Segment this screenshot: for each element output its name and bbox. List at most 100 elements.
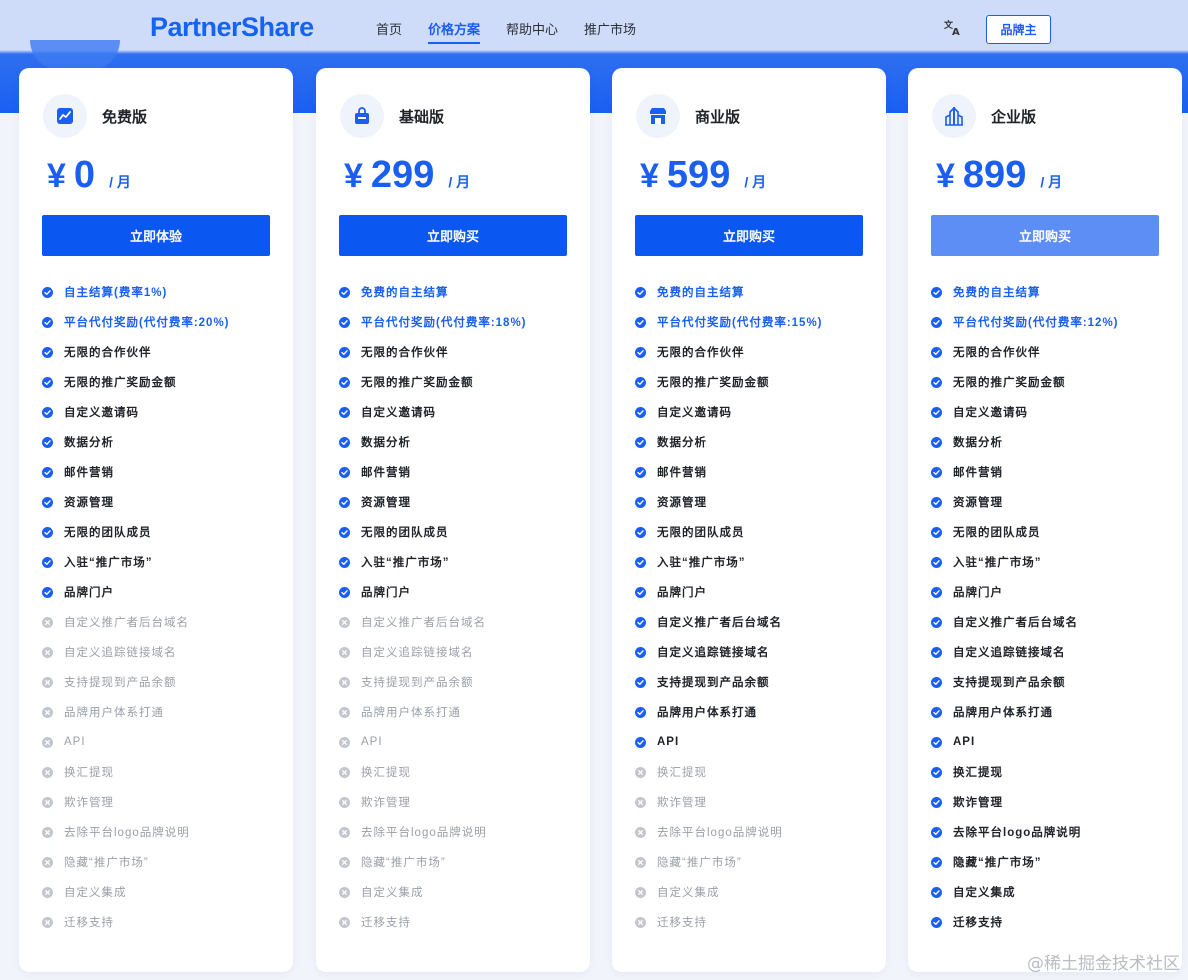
x-circle-icon (42, 736, 53, 748)
feature-label: 品牌用户体系打通 (953, 707, 1053, 719)
buy-now-button[interactable]: 立即购买 (635, 215, 863, 256)
check-circle-icon (339, 466, 350, 478)
translate-icon[interactable]: 文 A (943, 18, 962, 38)
feature-label: 无限的团队成员 (361, 527, 449, 539)
feature-label: 免费的自主结算 (657, 287, 745, 299)
feature-item: 自定义追踪链接域名 (931, 637, 1171, 667)
feature-label: 品牌用户体系打通 (657, 707, 757, 719)
feature-label: 入驻“推广市场” (657, 557, 746, 569)
x-circle-icon (635, 826, 646, 838)
check-circle-icon (931, 856, 942, 868)
check-circle-icon (931, 496, 942, 508)
feature-item: 入驻“推广市场” (42, 547, 282, 577)
feature-item: 无限的团队成员 (42, 517, 282, 547)
feature-label: 自定义追踪链接域名 (361, 647, 474, 659)
feature-item: 去除平台logo品牌说明 (931, 817, 1171, 847)
feature-item: 支持提现到产品余额 (931, 667, 1171, 697)
feature-item: 平台代付奖励(代付费率:15%) (635, 307, 875, 337)
feature-label: 数据分析 (657, 437, 707, 449)
buy-now-button[interactable]: 立即购买 (931, 215, 1159, 256)
check-circle-icon (42, 466, 53, 478)
feature-label: 无限的团队成员 (657, 527, 745, 539)
buy-now-button[interactable]: 立即购买 (339, 215, 567, 256)
feature-label: 无限的推广奖励金额 (361, 377, 474, 389)
feature-label: 去除平台logo品牌说明 (64, 827, 190, 839)
feature-label: 自定义邀请码 (953, 407, 1028, 419)
feature-label: 邮件营销 (361, 467, 411, 479)
feature-item: 换汇提现 (339, 757, 579, 787)
x-circle-icon (339, 646, 350, 658)
feature-item: 自定义集成 (42, 877, 282, 907)
feature-item: 品牌用户体系打通 (42, 697, 282, 727)
check-circle-icon (931, 346, 942, 358)
feature-label: 平台代付奖励(代付费率:18%) (361, 317, 527, 329)
feature-item: 无限的合作伙伴 (635, 337, 875, 367)
card-header: 基础版 (340, 94, 444, 138)
feature-item: API (42, 727, 282, 757)
feature-item: 数据分析 (339, 427, 579, 457)
check-circle-icon (931, 676, 942, 688)
check-circle-icon (339, 526, 350, 538)
pricing-card: 基础版 ¥299 / 月立即购买 免费的自主结算 平台代付奖励(代付费率:18%) 无限的… (316, 68, 590, 972)
feature-label: 自定义追踪链接域名 (953, 647, 1066, 659)
feature-item: 平台代付奖励(代付费率:20%) (42, 307, 282, 337)
check-circle-icon (42, 526, 53, 538)
price-amount: 0 (73, 154, 96, 196)
nav-help-center[interactable]: 帮助中心 (506, 4, 558, 52)
brand-owner-button[interactable]: 品牌主 (986, 15, 1051, 44)
feature-item: 入驻“推广市场” (635, 547, 875, 577)
feature-label: 自主结算(费率1%) (64, 287, 168, 299)
nav-pricing[interactable]: 价格方案 (428, 4, 481, 52)
feature-label: 资源管理 (64, 497, 114, 509)
try-now-button[interactable]: 立即体验 (42, 215, 270, 256)
feature-label: 无限的合作伙伴 (361, 347, 449, 359)
currency-symbol: ¥ (344, 157, 363, 195)
feature-item: 自定义推广者后台域名 (931, 607, 1171, 637)
x-circle-icon (42, 766, 53, 778)
x-circle-icon (635, 886, 646, 898)
check-circle-icon (931, 916, 942, 928)
feature-label: 入驻“推广市场” (953, 557, 1042, 569)
check-circle-icon (931, 766, 942, 778)
feature-label: 入驻“推广市场” (64, 557, 153, 569)
feature-item: 资源管理 (42, 487, 282, 517)
feature-label: 自定义追踪链接域名 (657, 647, 770, 659)
x-circle-icon (339, 706, 350, 718)
feature-label: 自定义推广者后台域名 (361, 617, 486, 629)
nav-home[interactable]: 首页 (376, 4, 402, 52)
check-circle-icon (635, 406, 646, 418)
feature-item: 品牌用户体系打通 (339, 697, 579, 727)
price-amount: 599 (666, 154, 731, 196)
feature-label: API (361, 736, 383, 748)
x-circle-icon (339, 796, 350, 808)
feature-label: 自定义集成 (64, 887, 127, 899)
check-circle-icon (931, 286, 942, 298)
feature-item: 迁移支持 (42, 907, 282, 937)
check-circle-icon (42, 346, 53, 358)
feature-label: 无限的推广奖励金额 (657, 377, 770, 389)
feature-item: 数据分析 (635, 427, 875, 457)
nav-marketplace[interactable]: 推广市场 (584, 4, 636, 52)
x-circle-icon (635, 856, 646, 868)
feature-label: 邮件营销 (64, 467, 114, 479)
feature-label: 隐藏“推广市场” (657, 857, 742, 869)
x-circle-icon (42, 616, 53, 628)
feature-label: 数据分析 (361, 437, 411, 449)
feature-label: 换汇提现 (64, 767, 114, 779)
feature-item: 换汇提现 (635, 757, 875, 787)
logo[interactable]: PartnerShare (150, 12, 314, 43)
feature-item: 迁移支持 (635, 907, 875, 937)
feature-label: 欺诈管理 (657, 797, 707, 809)
check-circle-icon (42, 286, 53, 298)
check-circle-icon (635, 736, 646, 748)
feature-list: 免费的自主结算 平台代付奖励(代付费率:12%) 无限的合作伙伴 无限的推广奖励金额自… (931, 277, 1171, 937)
feature-item: 邮件营销 (931, 457, 1171, 487)
feature-label: 邮件营销 (657, 467, 707, 479)
check-circle-icon (42, 406, 53, 418)
feature-label: 去除平台logo品牌说明 (657, 827, 783, 839)
feature-item: 隐藏“推广市场” (931, 847, 1171, 877)
feature-item: 无限的合作伙伴 (931, 337, 1171, 367)
x-circle-icon (42, 706, 53, 718)
feature-label: 自定义集成 (361, 887, 424, 899)
x-circle-icon (635, 796, 646, 808)
